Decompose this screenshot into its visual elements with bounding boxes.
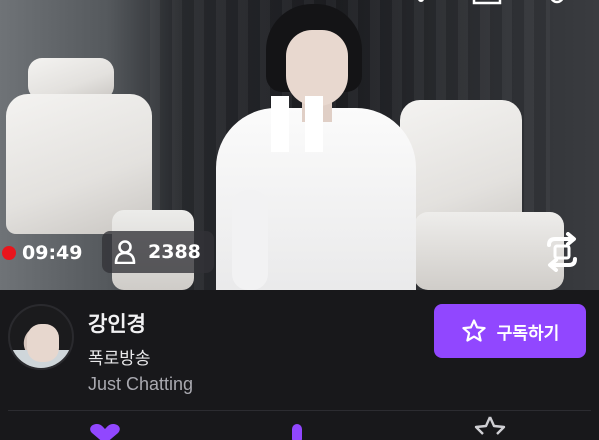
star-icon xyxy=(462,319,486,342)
settings-icon[interactable] xyxy=(546,0,568,10)
live-elapsed-time: 09:49 xyxy=(0,236,82,270)
rotate-screen-button[interactable] xyxy=(542,232,582,272)
user-icon xyxy=(114,240,136,264)
gift-icon[interactable] xyxy=(286,424,308,440)
channel-name[interactable]: 강인경 xyxy=(88,308,146,338)
video-person-arm xyxy=(232,190,268,290)
elapsed-time-label: 09:49 xyxy=(22,242,83,264)
stream-category[interactable]: Just Chatting xyxy=(88,374,193,395)
video-person-face xyxy=(286,30,348,106)
heart-icon[interactable] xyxy=(88,424,122,440)
subscribe-button[interactable]: 구독하기 xyxy=(434,304,586,358)
rotate-screen-icon xyxy=(547,232,577,272)
avatar[interactable] xyxy=(8,304,74,370)
screen-share-icon[interactable] xyxy=(472,0,502,10)
favorite-star-icon[interactable] xyxy=(472,416,508,440)
live-dot-icon xyxy=(2,246,16,260)
viewer-count: 2388 xyxy=(148,241,201,263)
subscribe-label: 구독하기 xyxy=(496,323,560,344)
more-options-icon[interactable] xyxy=(414,0,428,10)
divider xyxy=(8,410,591,411)
channel-info-panel: 강인경 폭로방송 Just Chatting 구독하기 xyxy=(0,290,599,440)
video-player[interactable]: 09:49 2388 xyxy=(0,0,599,290)
pause-icon[interactable] xyxy=(271,96,323,152)
stream-title: 폭로방송 xyxy=(88,349,151,369)
viewer-count-badge: 2388 xyxy=(102,231,214,273)
